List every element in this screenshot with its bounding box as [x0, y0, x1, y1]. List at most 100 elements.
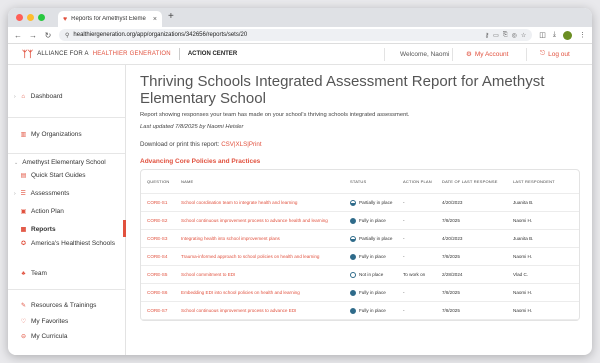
table-row[interactable]: CORE-S3 Integrating health into school im…	[141, 230, 579, 248]
question-code[interactable]: CORE-S6	[141, 290, 175, 295]
menu-kebab-icon[interactable]: ⋮	[579, 31, 586, 39]
download-icon[interactable]: ⤓	[553, 31, 556, 39]
sidebar-item-label: Dashboard	[30, 93, 63, 100]
sidebar-item-curricula[interactable]: ⊖ My Curricula	[20, 333, 68, 340]
respondent-cell: Naomi H.	[513, 290, 533, 295]
reload-icon[interactable]: ↻	[44, 31, 52, 40]
profile-avatar[interactable]	[563, 30, 572, 40]
action-plan-cell: -	[403, 236, 405, 241]
status-badge: Not in place	[350, 271, 397, 278]
action-plan-cell: To work on	[403, 272, 426, 277]
date-cell: 7/8/2025	[442, 308, 460, 313]
date-cell: 7/8/2025	[442, 290, 460, 295]
sidebar-divider	[8, 117, 125, 118]
respondent-cell: Naomi H.	[513, 218, 533, 223]
xls-link[interactable]: XLS	[236, 141, 248, 148]
question-code[interactable]: CORE-S4	[141, 254, 175, 259]
date-cell: 4/20/2023	[442, 200, 463, 205]
sidebar-divider	[8, 289, 125, 290]
tracking-icon[interactable]: ◎	[512, 32, 517, 39]
status-badge: Fully in place	[350, 307, 397, 314]
sidebar-item-healthiest-schools[interactable]: ✪ America's Healthiest Schools	[20, 240, 120, 248]
log-out-link[interactable]: ⎋ Log out	[540, 50, 570, 58]
sidebar-item-label: Resources & Trainings	[31, 302, 97, 309]
sidebar-item-my-organizations[interactable]: ▥ My Organizations	[20, 131, 82, 138]
table-row[interactable]: CORE-S5 School commitment to EDI Not in pl…	[141, 266, 579, 284]
cast-icon[interactable]: ▭	[493, 32, 499, 39]
back-icon[interactable]: ←	[14, 31, 22, 40]
respondent-cell: Vlad C.	[513, 272, 529, 277]
close-tab-icon[interactable]: ×	[153, 16, 157, 23]
report-table: Question Name Status Action Plan Date of…	[140, 169, 580, 321]
question-name-link[interactable]: School continuous improvement process to…	[175, 308, 344, 313]
question-code[interactable]: CORE-S3	[141, 236, 175, 241]
action-plan-cell: -	[403, 308, 405, 313]
site-logo[interactable]: ᛉᛉ ALLIANCE FOR A HEALTHIER GENERATION	[22, 49, 171, 59]
csv-link[interactable]: CSV	[221, 141, 234, 148]
print-link[interactable]: Print	[249, 141, 262, 148]
question-name-link[interactable]: Integrating health into school improveme…	[175, 236, 344, 241]
status-icon	[350, 217, 356, 224]
close-window-button[interactable]	[16, 14, 23, 21]
column-header: Status	[350, 179, 367, 184]
forward-icon[interactable]: →	[29, 31, 37, 40]
heart-icon: ♡	[20, 319, 27, 325]
status-text: Fully in place	[359, 254, 386, 259]
question-name-link[interactable]: School coordination team to integrate he…	[175, 200, 344, 205]
table-row[interactable]: CORE-S4 Trauma-informed approach to schoo…	[141, 248, 579, 266]
question-name-link[interactable]: School continuous improvement process to…	[175, 218, 344, 223]
book-icon: ▤	[20, 173, 27, 179]
maximize-window-button[interactable]	[38, 14, 45, 21]
sidebar-item-favorites[interactable]: ♡ My Favorites	[20, 318, 68, 325]
password-key-icon[interactable]: ⚷	[485, 32, 489, 39]
sidebar: › ⌂ Dashboard ▥ My Organizations ⌄ Ameth…	[8, 65, 126, 355]
question-name-link[interactable]: School commitment to EDI	[175, 272, 344, 277]
table-row[interactable]: CORE-S2 School continuous improvement pro…	[141, 212, 579, 230]
logo-text-part2: HEALTHIER GENERATION	[92, 51, 171, 57]
sidebar-item-school[interactable]: ⌄ Amethyst Elementary School	[14, 159, 106, 166]
sidebar-item-reports[interactable]: ▦ Reports	[20, 226, 56, 233]
column-header: Date of Last Response	[442, 179, 498, 184]
respondent-cell: Juanita B.	[513, 200, 534, 205]
chevron-right-icon: ›	[14, 93, 16, 100]
question-code[interactable]: CORE-S1	[141, 200, 175, 205]
question-name-link[interactable]: Embedding EDI into school policies on he…	[175, 290, 344, 295]
sidebar-item-label: Assessments	[30, 190, 70, 197]
status-icon	[350, 199, 356, 206]
sidebar-item-dashboard[interactable]: › ⌂ Dashboard	[14, 93, 62, 100]
sidebar-item-label: My Favorites	[31, 318, 69, 325]
question-code[interactable]: CORE-S2	[141, 218, 175, 223]
table-row[interactable]: CORE-S7 School continuous improvement pro…	[141, 302, 579, 320]
my-account-link[interactable]: ⚙ My Account	[466, 50, 508, 59]
page-content: › ⌂ Dashboard ▥ My Organizations ⌄ Ameth…	[8, 65, 592, 355]
section-title: Advancing Core Policies and Practices	[140, 158, 261, 165]
sidebar-item-action-plan[interactable]: ▣ Action Plan	[20, 208, 64, 215]
sidepanel-icon[interactable]: ◫	[539, 31, 546, 39]
new-tab-icon[interactable]: +	[168, 11, 174, 22]
site-info-icon[interactable]: ⚲	[65, 32, 69, 39]
url-field[interactable]: ⚲ healthiergeneration.org/app/organizati…	[59, 29, 533, 41]
question-code[interactable]: CORE-S5	[141, 272, 175, 277]
status-icon	[350, 307, 356, 314]
sidebar-item-assessments[interactable]: › ☰ Assessments	[14, 190, 69, 197]
sidebar-item-label: Quick Start Guides	[31, 172, 86, 179]
sidebar-item-team[interactable]: ♣ Team	[20, 270, 47, 277]
minimize-window-button[interactable]	[27, 14, 34, 21]
respondent-cell: Naomi H.	[513, 254, 533, 259]
favicon-icon: ♥	[63, 15, 68, 23]
table-row[interactable]: CORE-S6 Embedding EDI into school policie…	[141, 284, 579, 302]
sidebar-item-resources[interactable]: ✎ Resources & Trainings	[20, 302, 96, 309]
translate-icon[interactable]: ⎘	[503, 32, 508, 39]
question-name-link[interactable]: Trauma-informed approach to school polic…	[175, 254, 344, 259]
bookmark-star-icon[interactable]: ☆	[521, 32, 526, 39]
browser-tab[interactable]: ♥ Reports for Amethyst Eleme ×	[58, 11, 162, 27]
logo-figures-icon: ᛉᛉ	[22, 49, 34, 59]
question-code[interactable]: CORE-S7	[141, 308, 175, 313]
sidebar-item-label: Action Plan	[31, 208, 64, 215]
sidebar-item-quick-start[interactable]: ▤ Quick Start Guides	[20, 172, 86, 179]
table-row[interactable]: CORE-S1 School coordination team to integ…	[141, 194, 579, 212]
header-separator	[452, 48, 453, 61]
status-badge: Fully in place	[350, 253, 397, 260]
date-cell: 2/28/2024	[442, 272, 463, 277]
status-icon	[350, 289, 356, 296]
